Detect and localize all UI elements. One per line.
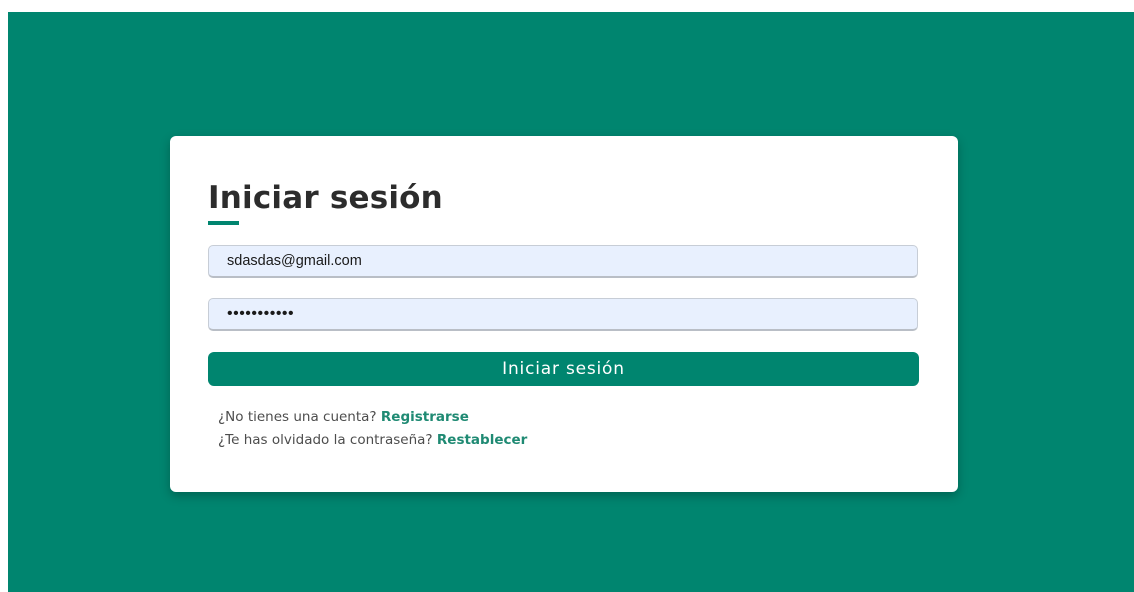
login-card: Iniciar sesión Iniciar sesión ¿No tienes… xyxy=(170,136,958,492)
reset-prompt: ¿Te has olvidado la contraseña? xyxy=(218,432,433,448)
auth-links: ¿No tienes una cuenta? Registrarse ¿Te h… xyxy=(218,407,527,453)
login-button[interactable]: Iniciar sesión xyxy=(208,352,919,386)
page-title: Iniciar sesión xyxy=(208,180,443,216)
title-underline xyxy=(208,221,239,225)
register-prompt: ¿No tienes una cuenta? xyxy=(218,409,377,425)
reset-row: ¿Te has olvidado la contraseña? Restable… xyxy=(218,430,527,453)
password-field[interactable] xyxy=(208,298,918,331)
page-background: Iniciar sesión Iniciar sesión ¿No tienes… xyxy=(8,12,1134,592)
register-row: ¿No tienes una cuenta? Registrarse xyxy=(218,407,527,430)
email-field[interactable] xyxy=(208,245,918,278)
register-link[interactable]: Registrarse xyxy=(381,409,469,425)
reset-password-link[interactable]: Restablecer xyxy=(437,432,527,448)
